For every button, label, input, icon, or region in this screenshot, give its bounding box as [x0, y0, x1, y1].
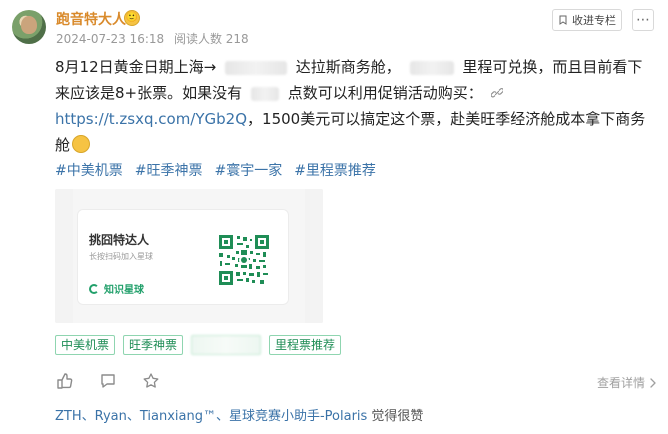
username[interactable]: 跑音特大人 — [56, 9, 126, 29]
hashtag[interactable]: #里程票推荐 — [294, 160, 376, 180]
image-subtitle: 长按扫码加入星球 — [89, 252, 153, 261]
topic-pill-list: 中美机票 旺季神票 里程票推荐 — [55, 335, 342, 355]
post-text-part-1: 8月12日黄金日期上海→ — [55, 58, 217, 76]
smile-emoji-icon — [72, 135, 91, 153]
more-icon: ⋯ — [636, 12, 650, 28]
hashtag[interactable]: #中美机票 — [55, 160, 123, 180]
attached-image[interactable]: 挑囧特达人 长按扫码加入星球 知识星球 — [55, 189, 323, 323]
image-side-strip — [305, 189, 323, 323]
post-text-part-4: 点数可以利用促销活动购买： — [287, 84, 483, 102]
image-ticket: 挑囧特达人 长按扫码加入星球 知识星球 — [77, 209, 289, 305]
avatar[interactable] — [12, 10, 46, 44]
topic-pill[interactable]: 里程票推荐 — [269, 335, 342, 355]
bookmark-icon — [558, 15, 568, 25]
hashtag[interactable]: #寰宇一家 — [214, 160, 282, 180]
image-title: 挑囧特达人 — [89, 233, 150, 247]
post-content: 8月12日黄金日期上海→ 达拉斯商务舱， 里程可兑换，而且目前看下来应该是8+张… — [55, 54, 657, 158]
thumb-up-icon[interactable] — [56, 372, 74, 390]
redacted-text — [224, 60, 287, 75]
collect-button[interactable]: 收进专栏 — [552, 9, 622, 31]
likes-suffix: 觉得很赞 — [367, 409, 424, 424]
topic-pill-redacted[interactable] — [191, 335, 262, 355]
post-meta: 2024-07-23 16:18 阅读人数 218 — [56, 30, 249, 47]
hashtag-list: #中美机票 #旺季神票 #寰宇一家 #里程票推荐 — [55, 160, 376, 180]
more-button[interactable]: ⋯ — [632, 9, 654, 31]
redacted-text — [250, 86, 279, 101]
image-brand-label: 知识星球 — [104, 285, 144, 296]
post-card: 跑音特大人 🙂 2024-07-23 16:18 阅读人数 218 收进专栏 ⋯… — [0, 0, 668, 434]
collect-label: 收进专栏 — [572, 14, 616, 27]
post-text-part-2: 达拉斯商务舱， — [295, 58, 401, 76]
topic-pill[interactable]: 旺季神票 — [123, 335, 184, 355]
view-details-label: 查看详情 — [596, 376, 645, 390]
image-brand: 知识星球 — [89, 281, 144, 296]
redacted-text — [409, 60, 454, 75]
comment-icon[interactable] — [99, 372, 117, 390]
liker-names[interactable]: ZTH、Ryan、Tianxiang™、星球竞赛小助手-Polaris — [55, 409, 367, 424]
post-actions — [56, 372, 160, 390]
post-date: 2024-07-23 16:18 — [56, 32, 165, 46]
topic-pill[interactable]: 中美机票 — [55, 335, 116, 355]
hashtag[interactable]: #旺季神票 — [135, 160, 203, 180]
qr-code-icon — [217, 233, 271, 287]
post-views: 阅读人数 218 — [173, 32, 249, 46]
link-icon — [491, 87, 504, 99]
view-details-link[interactable]: 查看详情 — [597, 374, 657, 391]
planet-icon — [89, 283, 99, 294]
post-link[interactable]: https://t.zsxq.com/YGb2Q — [55, 110, 247, 128]
chevron-right-icon — [649, 377, 657, 388]
likes-summary: ZTH、Ryan、Tianxiang™、星球竞赛小助手-Polaris 觉得很赞 — [55, 405, 423, 424]
star-icon[interactable] — [142, 372, 160, 390]
user-badge-icon: 🙂 — [124, 10, 140, 26]
